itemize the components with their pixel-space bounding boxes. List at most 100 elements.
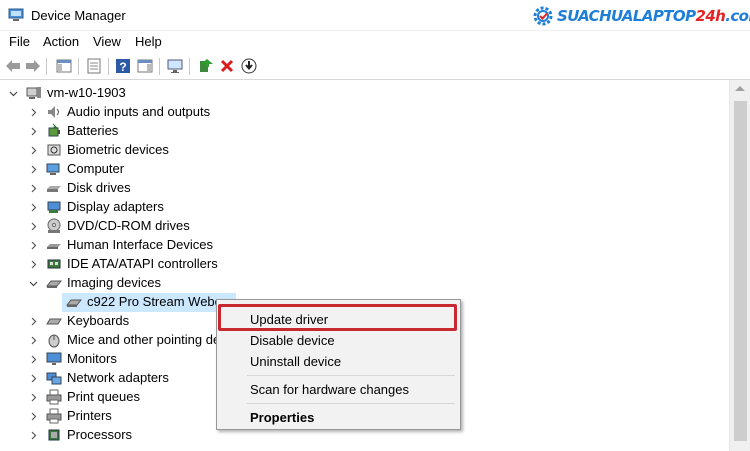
chevron-right-icon[interactable] <box>29 108 38 117</box>
tree-item-hid[interactable]: Human Interface Devices <box>0 236 729 255</box>
tree-item-label: Audio inputs and outputs <box>67 104 211 119</box>
chevron-right-icon[interactable] <box>29 374 38 383</box>
tree-item-audio[interactable]: Audio inputs and outputs <box>0 103 729 122</box>
chevron-right-icon[interactable] <box>29 355 38 364</box>
window-title: Device Manager <box>31 8 126 23</box>
menu-bar: File Action View Help <box>0 31 750 53</box>
chevron-right-icon[interactable] <box>29 146 38 155</box>
keyboard-icon <box>46 318 62 325</box>
forward-icon[interactable] <box>24 57 42 75</box>
tree-item-label: Keyboards <box>67 313 130 328</box>
chevron-down-icon[interactable] <box>9 89 18 98</box>
tree-item-label: Print queues <box>67 389 140 404</box>
tree-item-label: Network adapters <box>67 370 169 385</box>
tree-item-disk-drives[interactable]: Disk drives <box>0 179 729 198</box>
chevron-right-icon[interactable] <box>29 127 38 136</box>
enable-device-icon[interactable] <box>240 57 258 75</box>
scan-hardware-menu-item[interactable]: Scan for hardware changes <box>250 382 409 397</box>
action-pane-icon[interactable] <box>136 57 154 75</box>
tree-item-label: Imaging devices <box>67 275 161 290</box>
tree-item-label: Printers <box>67 408 112 423</box>
ide-controller-icon <box>47 259 61 269</box>
monitor-icon[interactable] <box>166 57 184 75</box>
menu-view[interactable]: View <box>93 34 121 49</box>
tree-item-label: Biometric devices <box>67 142 169 157</box>
show-hide-console-tree-icon[interactable] <box>55 57 73 75</box>
network-adapter-icon <box>46 372 62 385</box>
menu-separator <box>247 375 455 376</box>
chevron-right-icon[interactable] <box>29 260 38 269</box>
tree-item-label: Computer <box>67 161 125 176</box>
chevron-right-icon[interactable] <box>29 241 38 250</box>
disable-device-menu-item[interactable]: Disable device <box>250 333 335 348</box>
chevron-right-icon[interactable] <box>29 317 38 326</box>
chevron-down-icon[interactable] <box>29 279 38 288</box>
menu-help[interactable]: Help <box>135 34 162 49</box>
update-driver-icon[interactable] <box>196 57 214 75</box>
chevron-right-icon[interactable] <box>29 412 38 421</box>
display-adapter-icon <box>47 201 61 213</box>
tree-root[interactable]: vm-w10-1903 <box>0 84 729 103</box>
vertical-scrollbar[interactable] <box>729 80 750 451</box>
chevron-right-icon[interactable] <box>29 431 38 440</box>
uninstall-device-menu-item[interactable]: Uninstall device <box>250 354 341 369</box>
speaker-icon <box>48 106 59 118</box>
scrollbar-thumb[interactable] <box>734 101 747 441</box>
toolbar-separator <box>159 58 160 75</box>
mouse-icon <box>48 334 60 348</box>
tree-item-dvd[interactable]: DVD/CD-ROM drives <box>0 217 729 236</box>
hid-icon <box>47 244 61 249</box>
computer-icon <box>26 87 41 99</box>
update-driver-menu-item[interactable]: Update driver <box>250 312 328 327</box>
help-icon[interactable]: ? <box>114 57 132 75</box>
back-icon[interactable] <box>4 57 22 75</box>
toolbar-separator <box>78 58 79 75</box>
gear-logo-icon <box>533 6 553 26</box>
printer-icon <box>46 408 62 424</box>
uninstall-device-icon[interactable] <box>218 57 236 75</box>
tree-item-label: Processors <box>67 427 133 442</box>
biometric-icon <box>47 144 61 156</box>
properties-menu-item[interactable]: Properties <box>250 410 314 425</box>
processor-icon <box>48 429 60 441</box>
tree-item-label: IDE ATA/ATAPI controllers <box>67 256 218 271</box>
dvd-icon <box>47 218 61 233</box>
brand-text: SUACHUALAPTOP24h.com <box>557 7 750 25</box>
menu-separator <box>247 403 455 404</box>
chevron-right-icon[interactable] <box>29 203 38 212</box>
tree-item-label: Disk drives <box>67 180 131 195</box>
tree-item-label: DVD/CD-ROM drives <box>67 218 190 233</box>
monitor-icon <box>46 352 62 365</box>
battery-icon <box>48 123 60 137</box>
menu-action[interactable]: Action <box>43 34 79 49</box>
chevron-right-icon[interactable] <box>29 184 38 193</box>
chevron-right-icon[interactable] <box>29 336 38 345</box>
computer-icon <box>46 163 60 175</box>
menu-file[interactable]: File <box>9 34 30 49</box>
chevron-right-icon[interactable] <box>29 222 38 231</box>
disk-drive-icon <box>47 186 61 192</box>
tree-item-label: Batteries <box>67 123 119 138</box>
toolbar: ? <box>0 53 750 80</box>
tree-item-label: Human Interface Devices <box>67 237 213 252</box>
device-manager-icon <box>8 8 24 21</box>
tree-item-imaging[interactable]: Imaging devices <box>0 274 729 293</box>
tree-item-display-adapters[interactable]: Display adapters <box>0 198 729 217</box>
tree-item-ide[interactable]: IDE ATA/ATAPI controllers <box>0 255 729 274</box>
tree-item-batteries[interactable]: Batteries <box>0 122 729 141</box>
root-label: vm-w10-1903 <box>47 85 126 100</box>
webcam-icon <box>66 299 82 307</box>
imaging-icon <box>46 280 62 288</box>
tree-item-computer[interactable]: Computer <box>0 160 729 179</box>
scroll-up-icon[interactable] <box>735 86 745 91</box>
title-bar: Device Manager SUACHUALAPTOP24h.com <box>0 0 750 31</box>
tree-item-biometric[interactable]: Biometric devices <box>0 141 729 160</box>
toolbar-separator <box>46 58 47 75</box>
chevron-right-icon[interactable] <box>29 393 38 402</box>
tree-item-label: Display adapters <box>67 199 164 214</box>
toolbar-separator <box>108 58 109 75</box>
chevron-right-icon[interactable] <box>29 165 38 174</box>
brand-logo: SUACHUALAPTOP24h.com <box>532 5 750 27</box>
svg-text:?: ? <box>119 60 126 74</box>
properties-sheet-icon[interactable] <box>85 57 103 75</box>
